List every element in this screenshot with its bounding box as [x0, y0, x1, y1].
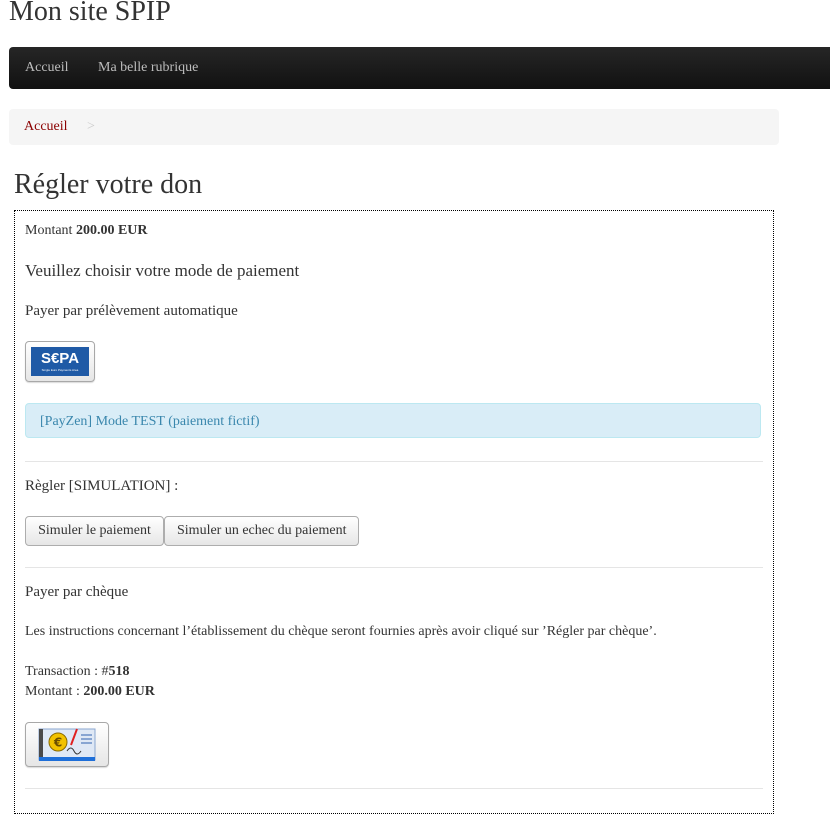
- divider: [25, 788, 763, 789]
- breadcrumb: Accueil >: [9, 109, 779, 145]
- payment-panel: Montant 200.00 EUR Veuillez choisir votr…: [14, 210, 774, 814]
- divider: [25, 567, 763, 568]
- cheque-amount-value: 200.00 EUR: [83, 684, 155, 699]
- simulate-failure-button[interactable]: Simuler un echec du paiement: [164, 516, 359, 546]
- simulate-payment-button[interactable]: Simuler le paiement: [25, 516, 164, 546]
- breadcrumb-home-link[interactable]: Accueil: [24, 109, 68, 145]
- breadcrumb-separator: >: [87, 119, 95, 134]
- cheque-heading: Payer par chèque: [25, 584, 129, 600]
- page-title: Régler votre don: [14, 169, 203, 200]
- main-navbar: Accueil Ma belle rubrique: [9, 47, 830, 89]
- amount-line: Montant 200.00 EUR: [25, 221, 148, 241]
- nav-item-accueil[interactable]: Accueil: [25, 47, 69, 89]
- svg-text:€: €: [53, 736, 62, 750]
- cheque-instructions: Les instructions concernant l’établissem…: [25, 624, 657, 639]
- cheque-pay-button[interactable]: €: [25, 722, 109, 767]
- sepa-logo-icon: S€PA Single Euro Payments Area: [31, 347, 89, 376]
- payzen-test-notice: [PayZen] Mode TEST (paiement fictif): [25, 403, 761, 438]
- sepa-heading: Payer par prélèvement automatique: [25, 303, 238, 319]
- divider: [25, 461, 763, 462]
- nav-item-ma-belle-rubrique[interactable]: Ma belle rubrique: [98, 47, 198, 89]
- sepa-logo-text: S€PA: [40, 350, 80, 367]
- amount-value: 200.00 EUR: [75, 223, 148, 238]
- choose-payment-heading: Veuillez choisir votre mode de paiement: [25, 261, 300, 280]
- amount-label: Montant: [25, 223, 73, 238]
- sepa-pay-button[interactable]: S€PA Single Euro Payments Area: [25, 341, 95, 382]
- transaction-number: 518: [108, 664, 130, 679]
- cheque-euro-icon: €: [38, 728, 96, 761]
- site-title: Mon site SPIP: [9, 0, 171, 27]
- cheque-amount-label: Montant :: [25, 684, 80, 699]
- transaction-line: Transaction : #518: [25, 662, 129, 682]
- transaction-label: Transaction : #: [25, 664, 109, 679]
- sepa-logo-subtext: Single Euro Payments Area: [41, 368, 79, 372]
- simulation-heading: Règler [SIMULATION] :: [25, 478, 179, 494]
- cheque-amount-line: Montant : 200.00 EUR: [25, 682, 155, 702]
